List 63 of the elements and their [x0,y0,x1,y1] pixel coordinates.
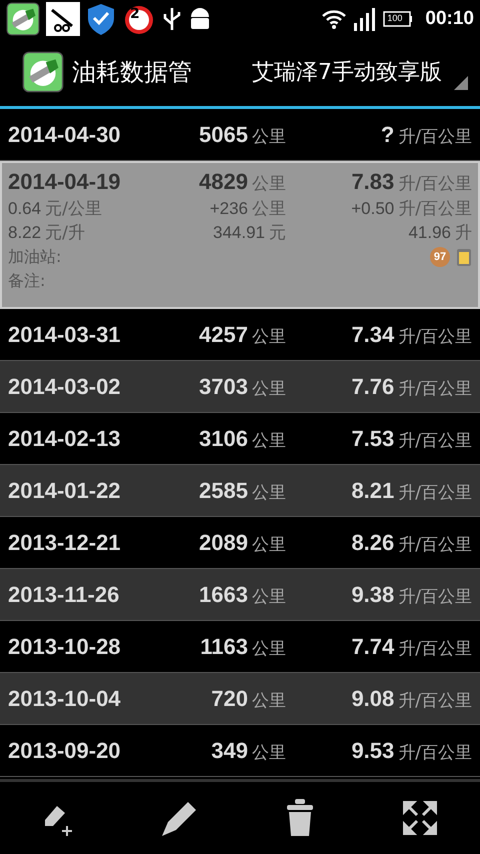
record-date: 2013-10-04 [8,686,122,712]
record-date: 2014-03-31 [8,322,122,348]
record-row[interactable]: 2013-11-26 1663 公里 9.38 升/百公里 [0,569,480,621]
odometer-reading: 4829 公里 [198,169,286,195]
record-date: 2014-02-13 [8,426,122,452]
record-row[interactable]: 2013-10-04 720 公里 9.08 升/百公里 [0,673,480,725]
record-date: 2014-04-19 [8,169,122,195]
record-date: 2013-10-28 [8,634,122,660]
spinner-corner-icon [454,76,468,90]
record-date: 2014-03-02 [8,374,122,400]
record-row[interactable]: 2014-01-22 2585 公里 8.21 升/百公里 [0,465,480,517]
wifi-icon [321,8,348,30]
odometer-reading: 3106 公里 [198,426,286,452]
expand-icon [403,801,437,835]
notes-label: 备注: [8,270,46,292]
station-label: 加油站: [8,246,62,268]
odometer-reading: 2089 公里 [198,530,286,556]
odometer-reading: 349 公里 [210,738,286,764]
record-date: 2013-12-21 [8,530,122,556]
fuel-consumption: 8.21 升/百公里 [350,478,472,504]
record-date: 2013-11-26 [8,582,120,608]
total-cost: 344.91 元 [212,222,286,244]
clock-time: 00:10 [425,8,474,30]
record-row[interactable]: 2014-04-19 4829 公里 7.83 升/百公里 0.64 元/公里 +236 公里 +0.50 升/百公里 8.22 元/升 344.91 元 41.96 升 加油站: 97 备注: [0,161,480,309]
distance-driven: +236 公里 [208,198,286,220]
battery-level: 100 [387,13,402,23]
odometer-reading: 4257 公里 [198,322,286,348]
record-date: 2013-09-20 [8,738,122,764]
app-title: 油耗数据管 [72,57,192,88]
odometer-reading: 1663 公里 [198,582,286,608]
fuel-consumption: ? 升/百公里 [380,122,472,148]
fuel-nozzle-icon [22,51,64,93]
fuel-nozzle-icon [6,2,40,36]
fuel-consumption: 7.53 升/百公里 [350,426,472,452]
trash-icon [287,799,313,837]
record-date: 2014-04-30 [8,122,122,148]
record-row[interactable]: 2014-03-02 3703 公里 7.76 升/百公里 [0,361,480,413]
fuel-consumption: 8.26 升/百公里 [350,530,472,556]
record-date: 2014-01-22 [8,478,122,504]
battery-icon [383,11,414,27]
odometer-reading: 2585 公里 [198,478,286,504]
fuel-consumption: 7.34 升/百公里 [350,322,472,348]
signal-icon [353,7,378,31]
fuel-consumption: 9.53 升/百公里 [350,738,472,764]
vehicle-selector[interactable]: 艾瑞泽7手动致享版 [192,38,472,106]
odometer-reading: 5065 公里 [198,122,286,148]
odometer-reading: 720 公里 [210,686,286,712]
fuel-volume: 41.96 升 [407,222,472,244]
fuel-consumption: 7.76 升/百公里 [350,374,472,400]
fuel-consumption: 9.08 升/百公里 [350,686,472,712]
odometer-reading: 3703 公里 [198,374,286,400]
odometer-reading: 1163 公里 [199,634,286,660]
fuel-consumption: 7.83 升/百公里 [350,169,472,195]
consumption-change: +0.50 升/百公里 [350,198,472,220]
alarm-count: 2 [130,6,140,22]
cost-per-km: 0.64 元/公里 [8,198,103,220]
shield-icon [86,2,116,36]
usb-icon [162,6,182,32]
fuel-price: 8.22 元/升 [8,222,86,244]
fuel-consumption: 9.38 升/百公里 [350,582,472,608]
fuel-grade: 97 [430,247,450,267]
clipboard-icon [456,247,472,267]
fuel-consumption: 7.74 升/百公里 [350,634,472,660]
